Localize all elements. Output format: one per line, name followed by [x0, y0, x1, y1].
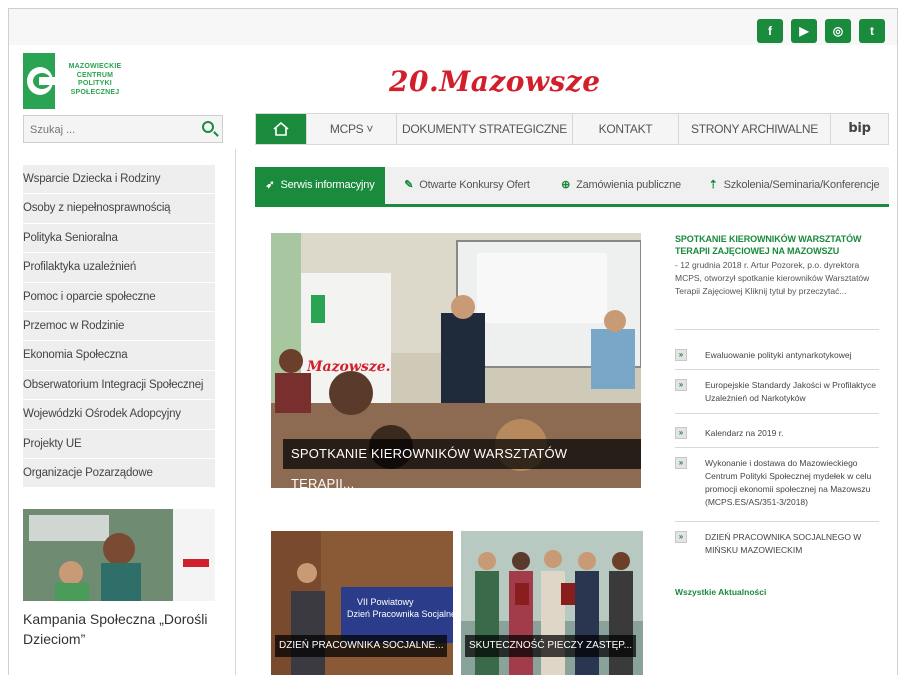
arrow-right-icon: » [675, 427, 687, 439]
nav-item-dokumenty[interactable]: DOKUMENTY STRATEGICZNE [396, 114, 572, 144]
nav-item-bip[interactable]: bip [830, 114, 888, 144]
thumb-caption-1[interactable]: DZIEŃ PRACOWNIKA SOCJALNE... [275, 635, 448, 657]
arrow-right-icon: » [675, 457, 687, 469]
news-divider [675, 329, 879, 330]
arrow-right-icon: » [675, 379, 687, 391]
megaphone-icon: ➶ [265, 179, 275, 191]
mcps-logo[interactable]: MAZOWIECKIE CENTRUM POLITYKI SPOŁECZNEJ [23, 53, 131, 109]
coins-icon: ⊕ [561, 179, 571, 191]
campaign-banner-image[interactable] [23, 509, 215, 601]
featured-news-body: - 12 grudnia 2018 r. Artur Pozorek, p.o.… [675, 260, 870, 296]
news-thumb-1[interactable]: VII Powiatowy Dzień Pracownika Socjalneg… [271, 531, 453, 675]
search-icon[interactable] [202, 121, 214, 133]
logo-c-icon [23, 53, 55, 109]
sidebar-item-niepelnosprawnosc[interactable]: Osoby z niepełnosprawnością [23, 194, 215, 224]
search-box [23, 115, 223, 143]
arrow-right-icon: » [675, 349, 687, 361]
campaign-title[interactable]: Kampania Społeczna „Dorośli Dzieciom” [23, 609, 223, 649]
tab-szkolenia[interactable]: ⇡ Szkolenia/Seminaria/Konferencje [699, 167, 889, 204]
sidebar-item-wsparcie[interactable]: Wsparcie Dziecka i Rodziny [23, 165, 215, 195]
facebook-icon[interactable]: f [757, 19, 783, 43]
sidebar-item-pomoc[interactable]: Pomoc i oparcie społeczne [23, 282, 215, 312]
featured-news: SPOTKANIE KIEROWNIKÓW WARSZTATÓW TERAPII… [675, 233, 879, 298]
hero-caption[interactable]: SPOTKANIE KIEROWNIKÓW WARSZTATÓW TERAPII… [283, 439, 641, 488]
home-button[interactable] [256, 114, 306, 144]
news-thumb-2[interactable]: SKUTECZNOŚĆ PIECZY ZASTĘP... [461, 531, 643, 675]
home-icon [273, 122, 289, 136]
all-news-link[interactable]: Wszystkie Aktualności [675, 587, 766, 597]
sidebar-item-polityka-senioralna[interactable]: Polityka Senioralna [23, 223, 215, 254]
svg-text:VII Powiatowy: VII Powiatowy [357, 597, 414, 607]
news-divider [675, 413, 879, 414]
nav-item-strony-archiwalne[interactable]: STRONY ARCHIWALNE [678, 114, 830, 144]
main-nav: MCPS ˅ DOKUMENTY STRATEGICZNE KONTAKT ST… [255, 113, 889, 145]
edit-icon: ✎ [404, 179, 414, 191]
sidebar-item-osrodek-adopcyjny[interactable]: Wojewódzki Ośrodek Adopcyjny [23, 400, 215, 430]
sidebar-menu: Wsparcie Dziecka i Rodziny Osoby z niepe… [23, 165, 215, 489]
page-frame: f ▶ ◎ t MAZOWIECKIE CENTRUM POLITYKI SPO… [8, 8, 898, 675]
search-input[interactable] [30, 120, 190, 140]
sidebar-item-projekty-ue[interactable]: Projekty UE [23, 429, 215, 459]
news-divider [675, 521, 879, 522]
nav-item-mcps[interactable]: MCPS ˅ [306, 114, 396, 144]
tab-serwis-informacyjny[interactable]: ➶ Serwis informacyjny [255, 167, 385, 204]
column-divider [235, 149, 236, 675]
instagram-icon[interactable]: ◎ [825, 19, 851, 43]
sidebar-item-obserwatorium[interactable]: Obserwatorium Integracji Społecznej [23, 370, 215, 401]
news-divider [675, 447, 879, 448]
svg-text:Dzień Pracownika Socjalnego: Dzień Pracownika Socjalnego [347, 609, 453, 619]
logo-text: MAZOWIECKIE CENTRUM POLITYKI SPOŁECZNEJ [68, 63, 122, 96]
tab-zamowienia-publiczne[interactable]: ⊕ Zamówienia publiczne [551, 167, 691, 204]
site-header: MAZOWIECKIE CENTRUM POLITYKI SPOŁECZNEJ … [9, 45, 897, 109]
sidebar-item-organizacje[interactable]: Organizacje Pozarządowe [23, 458, 215, 489]
youtube-icon[interactable]: ▶ [791, 19, 817, 43]
brand-mazowsze-logo: 20.Mazowsze [389, 65, 601, 98]
thumb-caption-2[interactable]: SKUTECZNOŚĆ PIECZY ZASTĘP... [465, 635, 636, 657]
twitter-icon[interactable]: t [859, 19, 885, 43]
arrow-right-icon: » [675, 531, 687, 543]
news-tabs: ➶ Serwis informacyjny ✎ Otwarte Konkursy O… [255, 167, 889, 207]
tab-otwarte-konkursy[interactable]: ✎ Otwarte Konkursy Ofert [393, 167, 541, 204]
sidebar-item-ekonomia[interactable]: Ekonomia Społeczna [23, 341, 215, 371]
social-bar: f ▶ ◎ t [9, 9, 897, 45]
hero-image[interactable]: Mazowsze. SPOTKANIE KIEROWNIKÓW WARSZTAT… [271, 233, 641, 488]
featured-news-title[interactable]: SPOTKANIE KIEROWNIKÓW WARSZTATÓW TERAPII… [675, 233, 879, 257]
person-icon: ⇡ [708, 179, 718, 191]
news-divider [675, 369, 879, 370]
nav-item-kontakt[interactable]: KONTAKT [572, 114, 678, 144]
sidebar-item-przemoc[interactable]: Przemoc w Rodzinie [23, 311, 215, 342]
sidebar-item-profilaktyka[interactable]: Profilaktyka uzależnień [23, 253, 215, 283]
